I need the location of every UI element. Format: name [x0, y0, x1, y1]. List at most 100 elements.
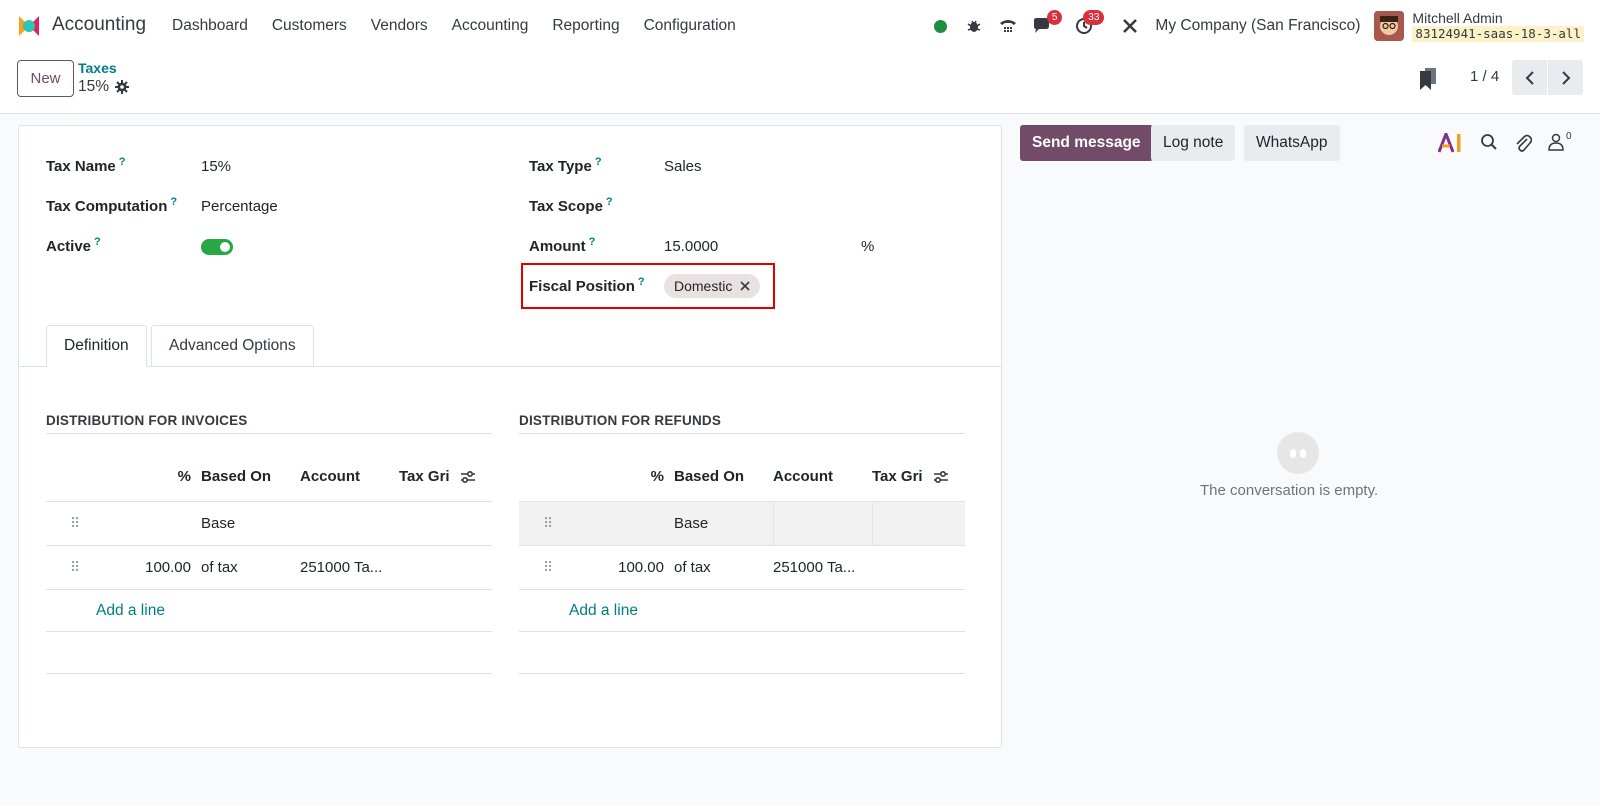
- row-based-on[interactable]: of tax: [674, 559, 773, 576]
- table-row[interactable]: ⠿ 100.00 of tax 251000 Ta...: [519, 546, 965, 590]
- breadcrumb-taxes[interactable]: Taxes: [78, 60, 117, 76]
- menu-configuration[interactable]: Configuration: [632, 0, 748, 52]
- log-note-button[interactable]: Log note: [1151, 125, 1236, 161]
- tab-definition[interactable]: Definition: [46, 325, 147, 367]
- pager-value[interactable]: 1 / 4: [1470, 68, 1499, 85]
- tools-icon[interactable]: [1113, 0, 1147, 52]
- followers-icon[interactable]: [1548, 133, 1564, 151]
- amount-unit: %: [861, 238, 875, 255]
- control-panel: New Taxes 15% 1 / 4: [0, 52, 1600, 114]
- column-based-on[interactable]: Based On: [201, 468, 300, 485]
- record-name: 15%: [78, 78, 110, 95]
- gear-icon[interactable]: [115, 80, 130, 94]
- fiscal-position-highlight: [521, 263, 775, 309]
- whatsapp-button[interactable]: WhatsApp: [1244, 125, 1340, 161]
- phone-icon[interactable]: [991, 0, 1025, 52]
- active-toggle[interactable]: [201, 239, 233, 255]
- menu-vendors[interactable]: Vendors: [359, 0, 440, 52]
- search-icon[interactable]: [1480, 133, 1498, 151]
- pager-previous-button[interactable]: [1512, 60, 1547, 95]
- column-account[interactable]: Account: [300, 468, 399, 485]
- accounting-app-icon[interactable]: [16, 13, 42, 39]
- bug-icon[interactable]: [957, 0, 991, 52]
- followers-count: 0: [1566, 131, 1572, 142]
- messages-badge: 5: [1046, 10, 1063, 25]
- drag-handle-icon[interactable]: ⠿: [519, 515, 574, 532]
- add-line-link[interactable]: Add a line: [46, 590, 492, 632]
- help-icon[interactable]: ?: [119, 156, 126, 168]
- form-sheet: Tax Name? 15% Tax Computation? Percentag…: [18, 125, 1002, 748]
- user-menu[interactable]: Mitchell Admin 83124941-saas-18-3-all: [1412, 10, 1584, 42]
- database-name: 83124941-saas-18-3-all: [1412, 26, 1584, 42]
- table-row[interactable]: ⠿ Base: [519, 501, 965, 546]
- row-account[interactable]: 251000 Ta...: [300, 559, 399, 576]
- tax-computation-field[interactable]: Percentage: [201, 198, 278, 215]
- active-label: Active?: [46, 236, 101, 255]
- breadcrumb-current: 15%: [78, 78, 130, 96]
- drag-handle-icon[interactable]: ⠿: [46, 559, 101, 576]
- paperclip-icon[interactable]: [1514, 133, 1532, 153]
- empty-row: [46, 632, 492, 674]
- empty-row: [519, 632, 965, 674]
- refunds-section-divider: [519, 433, 965, 434]
- column-percent[interactable]: %: [574, 468, 674, 485]
- help-icon[interactable]: ?: [94, 236, 101, 248]
- column-settings-icon[interactable]: [933, 470, 949, 484]
- tax-computation-label: Tax Computation?: [46, 196, 178, 215]
- amount-field[interactable]: 15.0000: [664, 238, 718, 255]
- column-settings-icon[interactable]: [460, 470, 476, 484]
- help-icon[interactable]: ?: [606, 196, 613, 208]
- row-account[interactable]: 251000 Ta...: [773, 559, 872, 576]
- ai-icon[interactable]: [1438, 133, 1464, 153]
- activities-badge: 33: [1083, 10, 1105, 25]
- tax-name-field[interactable]: 15%: [201, 158, 231, 175]
- row-based-on[interactable]: Base: [674, 515, 773, 532]
- invoices-section-divider: [46, 433, 492, 434]
- chevron-right-icon: [1561, 70, 1570, 85]
- chevron-left-icon: [1525, 70, 1534, 85]
- tax-type-label: Tax Type?: [529, 156, 602, 175]
- refunds-section-title: DISTRIBUTION FOR REFUNDS: [519, 413, 722, 428]
- menu-dashboard[interactable]: Dashboard: [160, 0, 260, 52]
- help-icon[interactable]: ?: [170, 196, 177, 208]
- menu-customers[interactable]: Customers: [260, 0, 359, 52]
- column-tax-grids[interactable]: Tax Gri: [872, 468, 965, 485]
- bookmark-icon[interactable]: [1420, 68, 1436, 90]
- user-avatar[interactable]: [1374, 11, 1405, 41]
- messages-icon[interactable]: 5: [1025, 0, 1063, 52]
- invoices-section-title: DISTRIBUTION FOR INVOICES: [46, 413, 248, 428]
- send-message-button[interactable]: Send message: [1020, 125, 1153, 161]
- empty-conversation-text: The conversation is empty.: [1200, 482, 1379, 499]
- add-line-link[interactable]: Add a line: [519, 590, 965, 632]
- help-icon[interactable]: ?: [595, 156, 602, 168]
- app-name[interactable]: Accounting: [52, 14, 146, 36]
- tax-name-label: Tax Name?: [46, 156, 126, 175]
- amount-label: Amount?: [529, 236, 596, 255]
- pager-next-button[interactable]: [1548, 60, 1583, 95]
- drag-handle-icon[interactable]: ⠿: [519, 559, 574, 576]
- menu-reporting[interactable]: Reporting: [540, 0, 631, 52]
- row-percent[interactable]: 100.00: [101, 559, 201, 576]
- activities-icon[interactable]: 33: [1067, 0, 1105, 52]
- tab-advanced-options[interactable]: Advanced Options: [151, 325, 314, 367]
- table-row[interactable]: ⠿ 100.00 of tax 251000 Ta...: [46, 546, 492, 590]
- menu-accounting[interactable]: Accounting: [440, 0, 541, 52]
- new-button[interactable]: New: [17, 60, 74, 97]
- company-switcher[interactable]: My Company (San Francisco): [1155, 17, 1360, 35]
- online-status-icon[interactable]: [923, 0, 957, 52]
- user-name: Mitchell Admin: [1412, 10, 1503, 26]
- tax-type-field[interactable]: Sales: [664, 158, 702, 175]
- drag-handle-icon[interactable]: ⠿: [46, 515, 101, 532]
- column-percent[interactable]: %: [101, 468, 201, 485]
- row-based-on[interactable]: of tax: [201, 559, 300, 576]
- row-account[interactable]: [773, 501, 872, 546]
- row-based-on[interactable]: Base: [201, 515, 300, 532]
- column-based-on[interactable]: Based On: [674, 468, 773, 485]
- top-navbar: Accounting Dashboard Customers Vendors A…: [0, 0, 1600, 52]
- column-account[interactable]: Account: [773, 468, 872, 485]
- row-percent[interactable]: 100.00: [574, 559, 674, 576]
- help-icon[interactable]: ?: [589, 236, 596, 248]
- column-tax-grids[interactable]: Tax Gri: [399, 468, 492, 485]
- systray: 5 33 My Company (San Francisco) Mitchell…: [923, 0, 1600, 52]
- table-row[interactable]: ⠿ Base: [46, 502, 492, 546]
